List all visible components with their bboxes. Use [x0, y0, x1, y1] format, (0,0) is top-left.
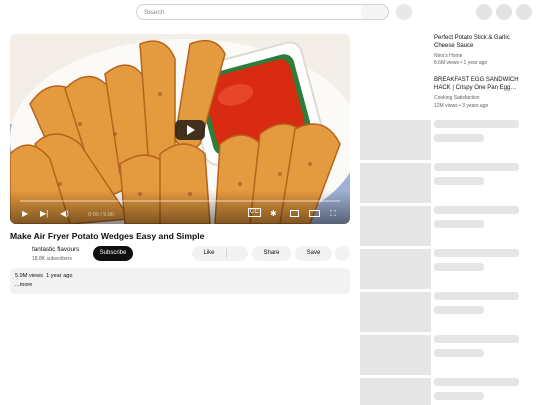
like-divider	[226, 249, 227, 258]
subscribe-button[interactable]: Subscribe	[93, 246, 133, 261]
placeholder-line	[434, 335, 519, 343]
view-count: 5.9M views	[15, 273, 43, 279]
rec-title-2[interactable]: BREAKFAST EGG SANDWICH HACK | Crispy One…	[434, 76, 524, 92]
placeholder-thumbnail	[360, 378, 431, 405]
placeholder-thumbnail	[360, 120, 431, 160]
rec-meta-1: 8.6M views • 1 year ago	[434, 60, 488, 66]
placeholder-line	[434, 120, 519, 128]
channel-avatar[interactable]	[10, 246, 26, 262]
upload-age: 1 year ago	[46, 273, 73, 279]
description-box[interactable]: 5.9M views 1 year ago ...more	[10, 268, 350, 294]
theater-icon[interactable]	[309, 210, 320, 217]
placeholder-line	[434, 220, 484, 228]
rec-title-1[interactable]: Perfect Potato Stick & Garlic Cheese Sau…	[434, 34, 524, 50]
play-button-large[interactable]	[175, 120, 205, 140]
search-input[interactable]: Search	[136, 4, 362, 20]
settings-icon[interactable]: ✱	[270, 209, 277, 219]
placeholder-thumbnail	[360, 163, 431, 203]
placeholder-thumbnail	[360, 249, 431, 289]
subtitles-icon[interactable]: CC	[248, 208, 261, 217]
create-button[interactable]	[476, 4, 492, 20]
placeholder-line	[434, 249, 519, 257]
notifications-button[interactable]	[496, 4, 512, 20]
avatar[interactable]	[516, 4, 532, 20]
search-button[interactable]	[361, 4, 389, 20]
subscriber-count: 18.8K subscribers	[32, 256, 73, 262]
placeholder-line	[434, 163, 519, 171]
placeholder-line	[434, 177, 484, 185]
placeholder-thumbnail	[360, 335, 431, 375]
progress-bar[interactable]	[20, 200, 340, 202]
placeholder-line	[434, 134, 484, 142]
placeholder-thumbnail	[360, 292, 431, 332]
channel-name[interactable]: fantastic flavours	[32, 246, 79, 253]
placeholder-line	[434, 292, 519, 300]
show-more-link[interactable]: ...more	[15, 282, 32, 288]
placeholder-line	[434, 306, 484, 314]
fullscreen-icon[interactable]: ⛶	[330, 209, 336, 219]
next-icon[interactable]: ▶|	[40, 209, 48, 219]
dislike-button[interactable]	[227, 246, 248, 261]
like-dislike-group: Like	[192, 246, 248, 261]
placeholder-thumbnail	[360, 206, 431, 246]
miniplayer-icon[interactable]	[290, 210, 299, 217]
share-button[interactable]: Share	[252, 246, 291, 261]
placeholder-line	[434, 392, 484, 400]
placeholder-line	[434, 378, 519, 386]
video-title: Make Air Fryer Potato Wedges Easy and Si…	[10, 231, 205, 241]
placeholder-line	[434, 349, 484, 357]
video-player[interactable]: ▶ ▶| ◀) 0:00 / 5:00 CC ✱ ⛶	[10, 34, 350, 224]
volume-icon[interactable]: ◀)	[60, 209, 69, 219]
like-button[interactable]: Like	[192, 246, 226, 261]
rec-channel-2[interactable]: Cooking Satisfaction	[434, 95, 480, 101]
placeholder-line	[434, 206, 519, 214]
voice-search-button[interactable]	[396, 4, 412, 20]
rec-meta-2: 12M views • 3 years ago	[434, 103, 489, 109]
play-icon[interactable]: ▶	[22, 209, 28, 219]
rec-channel-1[interactable]: Nino's Home	[434, 53, 462, 59]
time-display: 0:00 / 5:00	[88, 212, 114, 218]
description-meta: 5.9M views 1 year ago	[15, 273, 73, 279]
save-button[interactable]: Save	[295, 246, 332, 261]
more-actions-button[interactable]	[335, 246, 350, 261]
placeholder-line	[434, 263, 484, 271]
